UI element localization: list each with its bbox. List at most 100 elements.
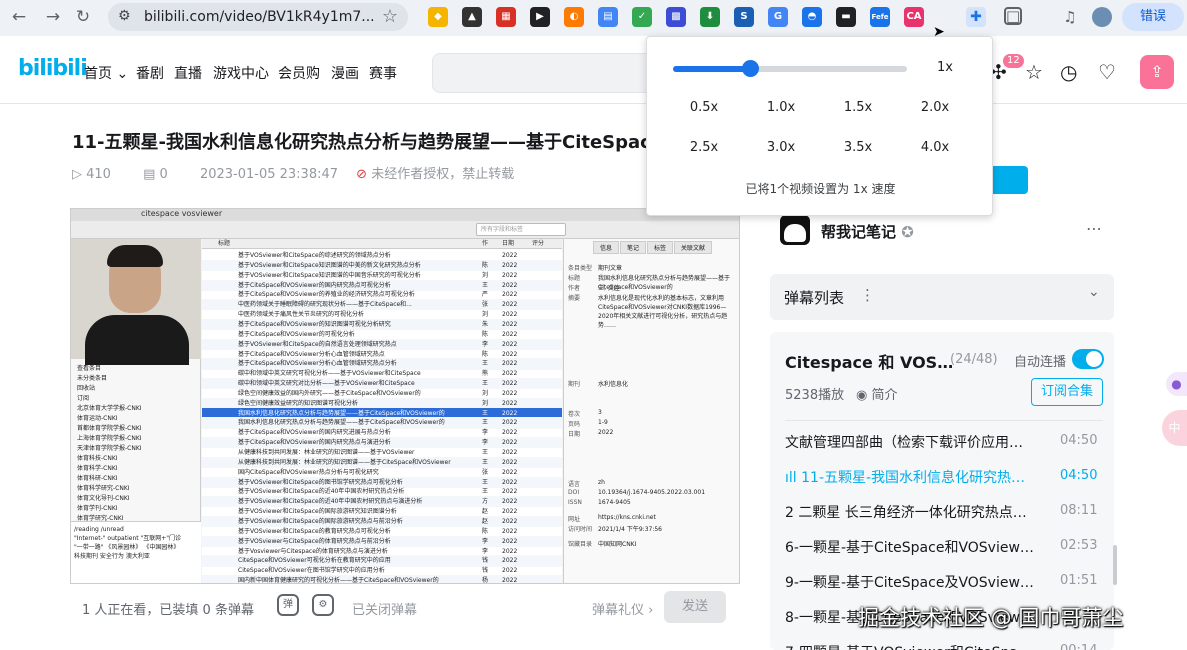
address-bar[interactable]: ⚙ bilibili.com/video/BV1kR4y1m7... ☆: [108, 3, 408, 31]
ext-6-icon[interactable]: ▤: [598, 7, 618, 27]
chevron-down-icon[interactable]: ⌄: [1088, 284, 1100, 300]
recorded-field: 标题 我国水利信息化研究热点分析与趋势展望——基于CiteSpace和VOSvie…: [568, 275, 731, 291]
ai-assistant-icon[interactable]: ●: [1166, 372, 1187, 396]
recorded-window-title: citespace vosviewer: [141, 209, 223, 218]
recorded-field: 卷次 3: [568, 409, 602, 418]
ext-12-icon[interactable]: ◓: [802, 7, 822, 27]
upload-button[interactable]: ⇪: [1140, 55, 1174, 89]
ext-1-icon[interactable]: ◆: [428, 7, 448, 27]
verified-icon: ✪: [901, 223, 914, 241]
watermark: 掘金技术社区 @ 国巾哥萧尘: [858, 606, 1124, 630]
presenter-webcam: [71, 239, 201, 365]
history-clock-icon[interactable]: ◷: [1060, 60, 1077, 84]
favorites-star-icon[interactable]: ☆: [1025, 60, 1043, 84]
note-assistant-row[interactable]: 帮我记笔记 ✪ ⋯: [780, 215, 1110, 249]
autoplay-label: 自动连播: [1014, 355, 1067, 370]
recorded-tab: 关联文献: [674, 241, 713, 254]
ext-2-icon[interactable]: ▲: [462, 7, 482, 27]
note-assistant-name: 帮我记笔记 ✪: [821, 223, 914, 241]
playlist-item[interactable]: 7-四颗星-基于VOSviewer和CiteSpa…00:14: [770, 634, 1114, 650]
ext-11-icon[interactable]: G: [768, 7, 788, 27]
playlist-item[interactable]: 6-一颗星-基于CiteSpace和VOSview… 02:53: [770, 529, 1114, 563]
nav-game-center[interactable]: 游戏中心: [213, 63, 269, 83]
speed-option[interactable]: 4.0x: [905, 140, 965, 155]
speed-option[interactable]: 2.0x: [905, 100, 965, 115]
reload-icon[interactable]: ↻: [72, 6, 94, 28]
nav-esports[interactable]: 赛事: [369, 63, 397, 83]
speed-option[interactable]: 2.5x: [674, 140, 734, 155]
playlist-item[interactable]: ıll 11-五颗星-我国水利信息化研究热… 04:50: [770, 459, 1114, 493]
recorded-tree-item: 查看条目: [77, 365, 102, 372]
speed-slider[interactable]: [673, 60, 907, 77]
recorded-info-pane: 信息 笔记 标签 关联文献 条目类型 期刊文章标题 我国水利信息化研究热点分析与趋势展望—…: [563, 239, 739, 583]
recorded-field: 访问时间 2021/1/4 下午9:37:56: [568, 526, 662, 533]
kebab-menu-icon[interactable]: ⋮: [860, 286, 875, 304]
nav-home[interactable]: 首页 ⌄: [84, 63, 128, 83]
video-player[interactable]: citespace vosviewer 所有字段和标签 查看条目 未分类条目 回收站…: [70, 208, 740, 584]
recorded-field: 期刊 水利信息化: [568, 381, 629, 388]
speed-option[interactable]: 3.5x: [828, 140, 888, 155]
video-meta: ▷ 410 ▤ 0 2023-01-05 23:38:47 ⊘ 未经作者授权，禁…: [72, 163, 542, 182]
recorded-tree-item: 北京体育大学学报-CNKI: [77, 405, 142, 412]
ext-10-icon[interactable]: S: [734, 7, 754, 27]
extensions-menu-icon[interactable]: □: [1004, 7, 1022, 25]
ext-9-icon[interactable]: ⬇: [700, 7, 720, 27]
danmaku-settings-icon[interactable]: ⚙: [312, 594, 334, 616]
back-icon[interactable]: ←: [8, 6, 30, 28]
recorded-tree-item: 体育文化导刊-CNKI: [77, 495, 130, 502]
chevron-down-icon: ⌄: [116, 66, 129, 82]
ext-14-icon[interactable]: Fefe: [870, 7, 890, 27]
bookmark-star-icon[interactable]: ☆: [382, 6, 398, 27]
nav-shop[interactable]: 会员购: [278, 63, 320, 83]
recorded-tree-item: 上海体育学院学报-CNKI: [77, 435, 142, 442]
creation-bulb-icon[interactable]: ♡: [1098, 60, 1116, 84]
ext-8-icon[interactable]: ▩: [666, 7, 686, 27]
ext-7-icon[interactable]: ✓: [632, 7, 652, 27]
danmaku-etiquette-link[interactable]: 弹幕礼仪 ›: [592, 599, 653, 618]
subscribe-collection-button[interactable]: 订阅合集: [1031, 378, 1103, 406]
speed-status: 已将1个视频设置为 1x 速度: [745, 182, 896, 196]
site-info-icon[interactable]: ⚙: [118, 8, 131, 24]
puzzle-extension-icon[interactable]: ✚: [966, 7, 986, 27]
playlist-item[interactable]: 文献管理四部曲（检索下载评价应用… 04:50: [770, 424, 1114, 458]
ext-4-icon[interactable]: ▶: [530, 7, 550, 27]
danmaku-toggle-icon[interactable]: 弹: [277, 594, 299, 616]
nav-comics[interactable]: 漫画: [331, 63, 359, 83]
video-title: 11-五颗星-我国水利信息化研究热点分析与趋势展望——基于CiteSpace: [72, 132, 652, 153]
error-button[interactable]: 错误: [1122, 3, 1184, 31]
recorded-info-tabs: 信息 笔记 标签 关联文献: [564, 241, 739, 254]
ext-5-icon[interactable]: ◐: [564, 7, 584, 27]
forward-icon[interactable]: →: [42, 6, 64, 28]
nav-live[interactable]: 直播: [174, 63, 202, 83]
media-control-icon[interactable]: ♫: [1060, 7, 1080, 27]
speed-option[interactable]: 0.5x: [674, 100, 734, 115]
speed-option[interactable]: 3.0x: [751, 140, 811, 155]
playlist-item[interactable]: 9-一颗星-基于CiteSpace及VOSview… 01:51: [770, 564, 1114, 598]
ext-13-icon[interactable]: ▬: [836, 7, 856, 27]
speed-option[interactable]: 1.5x: [828, 100, 888, 115]
recorded-tags-pane: /reading /unread "Internet-" outpatient …: [71, 521, 201, 583]
recorded-field: 条目类型 期刊文章: [568, 265, 623, 272]
recorded-item-list: 基于VOSviewer和CiteSpace的综述研究的领域热点分析 2022 基于V…: [202, 239, 562, 583]
recorded-tab: 标签: [647, 241, 674, 254]
send-danmaku-button[interactable]: 发送: [664, 591, 726, 623]
recorded-tree-item: 体育学刊-CNKI: [77, 505, 118, 512]
ext-15-icon[interactable]: CA: [904, 7, 924, 27]
speed-slider-thumb[interactable]: [742, 60, 760, 77]
speed-option[interactable]: 1.0x: [751, 100, 811, 115]
notification-badge: 12: [1003, 54, 1024, 68]
profile-avatar[interactable]: [1092, 7, 1112, 27]
ext-3-icon[interactable]: ▦: [496, 7, 516, 27]
speed-slider-fill: [673, 66, 751, 72]
side-floating-button[interactable]: 中: [1162, 410, 1187, 446]
collection-title[interactable]: Citespace 和 VOS…: [785, 349, 953, 373]
playlist-scrollbar[interactable]: [1113, 545, 1117, 585]
playlist-item[interactable]: 2 二颗星 长三角经济一体化研究热点… 08:11: [770, 494, 1114, 528]
recorded-tree-item: 体育科研-CNKI: [77, 475, 118, 482]
more-options-icon[interactable]: ⋯: [1086, 219, 1102, 238]
danmaku-list-header[interactable]: 弹幕列表 ⋮ ⌄: [770, 274, 1114, 320]
collection-intro[interactable]: ◉ 简介: [856, 384, 898, 403]
autoplay-toggle[interactable]: [1072, 349, 1104, 369]
nav-anime[interactable]: 番剧: [136, 63, 164, 83]
bilibili-logo[interactable]: bilibili: [18, 56, 88, 81]
